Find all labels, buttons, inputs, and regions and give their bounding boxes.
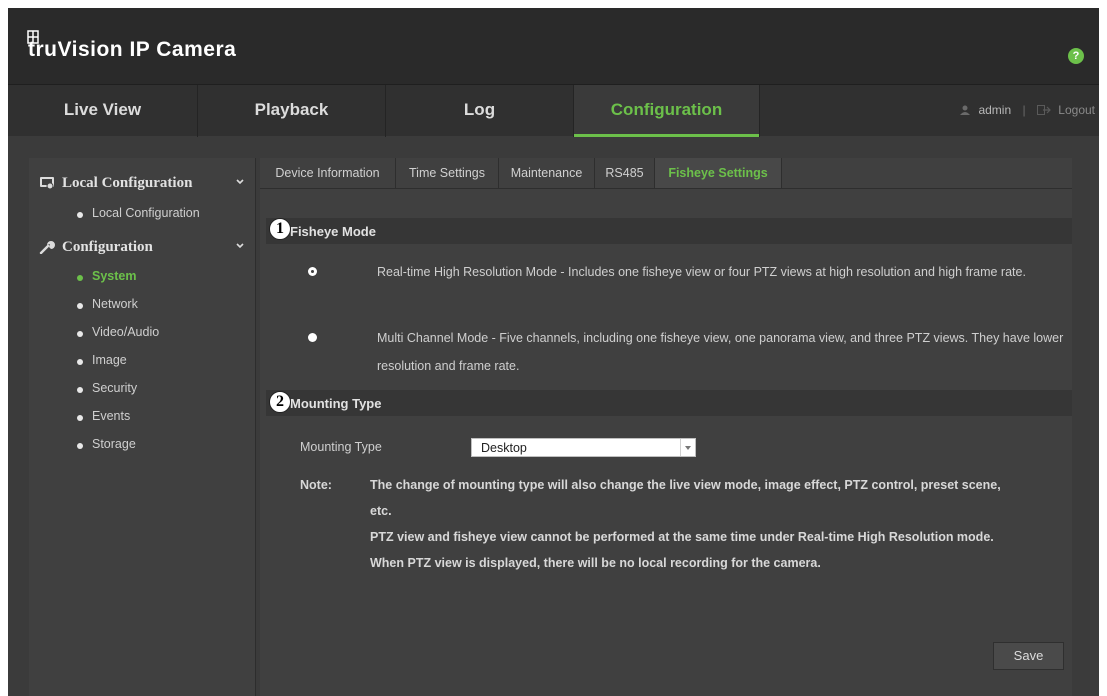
bullet-dot xyxy=(77,331,83,337)
mounting-type-select[interactable]: Desktop xyxy=(471,438,696,457)
sidebar-group-local-configuration[interactable]: Local Configuration xyxy=(29,168,256,198)
bullet-dot xyxy=(77,387,83,393)
radio-realtime-high-resolution[interactable] xyxy=(308,267,317,276)
bullet-dot xyxy=(77,415,83,421)
mounting-type-value: Desktop xyxy=(481,441,527,455)
option-realtime-high-resolution-label: Real-time High Resolution Mode - Include… xyxy=(377,265,1026,279)
header-bar: truVision IP Camera ? xyxy=(8,8,1099,84)
sidebar-group-configuration[interactable]: Configuration xyxy=(29,232,256,262)
section-title: Fisheye Mode xyxy=(290,224,376,239)
app-window: truVision IP Camera ? Live View Playback… xyxy=(8,8,1099,696)
user-area: admin | Logout xyxy=(959,85,1099,137)
bullet-dot xyxy=(77,359,83,365)
callout-badge-2: 2 xyxy=(269,391,291,413)
username-label[interactable]: admin xyxy=(978,103,1011,117)
app-title: truVision IP Camera xyxy=(28,38,237,61)
settings-tabs: Device Information Time Settings Mainten… xyxy=(260,158,1072,189)
logout-link[interactable]: Logout xyxy=(1058,103,1095,117)
sidebar-item-label: Events xyxy=(92,409,131,423)
active-tab-indicator xyxy=(574,134,759,137)
main-nav: Live View Playback Log Configuration adm… xyxy=(8,84,1099,137)
sidebar-item-label: Video/Audio xyxy=(92,325,160,339)
tab-rs485[interactable]: RS485 xyxy=(595,158,655,188)
sidebar-item-label: System xyxy=(92,269,137,283)
local-config-icon xyxy=(40,177,54,190)
radio-multi-channel[interactable] xyxy=(308,333,317,342)
tab-maintenance[interactable]: Maintenance xyxy=(499,158,595,188)
bullet-dot xyxy=(77,212,83,218)
chevron-down-icon xyxy=(680,439,695,456)
nav-tab-log[interactable]: Log xyxy=(386,85,574,137)
nav-tab-configuration[interactable]: Configuration xyxy=(574,85,760,137)
sidebar-item-label: Security xyxy=(92,381,138,395)
nav-tab-configuration-label: Configuration xyxy=(610,100,723,119)
sidebar-item-label: Image xyxy=(92,353,127,367)
note-label: Note: xyxy=(300,478,332,492)
sidebar-group-label: Local Configuration xyxy=(62,175,193,191)
section-title: Mounting Type xyxy=(290,396,382,411)
sidebar-item-label: Network xyxy=(92,297,138,311)
sidebar: Local Configuration Local Configuration … xyxy=(29,158,256,696)
callout-badge-1: 1 xyxy=(269,218,291,240)
help-icon[interactable]: ? xyxy=(1068,48,1084,64)
chevron-down-icon[interactable] xyxy=(235,241,245,251)
bullet-dot xyxy=(77,443,83,449)
wrench-icon xyxy=(39,241,55,254)
bullet-dot xyxy=(77,275,83,281)
nav-tab-live-view[interactable]: Live View xyxy=(8,85,198,137)
note-text-2: PTZ view and fisheye view cannot be perf… xyxy=(370,530,994,570)
tab-fisheye-settings[interactable]: Fisheye Settings xyxy=(655,158,782,188)
logout-icon xyxy=(1036,105,1051,115)
note-text-1: The change of mounting type will also ch… xyxy=(370,478,1001,518)
section-fisheye-mode: Fisheye Mode xyxy=(266,218,1072,244)
bullet-dot xyxy=(77,303,83,309)
sidebar-item-label: Storage xyxy=(92,437,136,451)
section-mounting-type: Mounting Type xyxy=(266,390,1072,416)
tab-time-settings[interactable]: Time Settings xyxy=(396,158,499,188)
chevron-down-icon[interactable] xyxy=(235,177,245,187)
option-multi-channel-label: Multi Channel Mode - Five channels, incl… xyxy=(377,331,1064,373)
save-button[interactable]: Save xyxy=(993,642,1064,670)
mounting-type-label: Mounting Type xyxy=(300,440,382,454)
user-separator: | xyxy=(1022,103,1026,117)
nav-tab-playback[interactable]: Playback xyxy=(198,85,386,137)
settings-panel: Device Information Time Settings Mainten… xyxy=(260,158,1072,696)
tab-device-information[interactable]: Device Information xyxy=(260,158,396,188)
user-icon xyxy=(960,105,971,115)
sidebar-group-label: Configuration xyxy=(62,239,153,255)
sidebar-item-label: Local Configuration xyxy=(92,206,200,220)
